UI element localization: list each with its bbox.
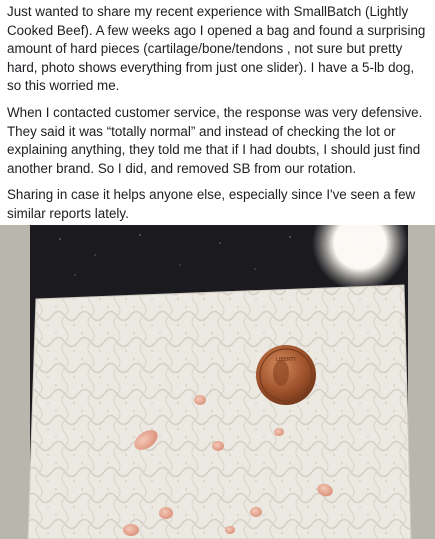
paper-towel <box>28 285 411 539</box>
piece-2 <box>194 395 206 405</box>
piece-3 <box>212 441 224 451</box>
post-paragraph-3: Sharing in case it helps anyone else, es… <box>7 187 416 221</box>
coin-inscription: LIBERTY <box>276 357 297 363</box>
penny-coin: LIBERTY <box>256 345 316 405</box>
post-photo[interactable]: LIBERTY <box>0 225 435 539</box>
piece-8 <box>250 507 262 517</box>
piece-6 <box>159 507 173 519</box>
social-post: Just wanted to share my recent experienc… <box>0 0 435 539</box>
piece-9 <box>225 526 235 534</box>
photo-image: LIBERTY <box>0 225 435 539</box>
post-paragraph-2: When I contacted customer service, the r… <box>7 104 423 176</box>
post-body: Just wanted to share my recent experienc… <box>7 3 431 232</box>
piece-4 <box>274 428 284 436</box>
post-paragraph-1: Just wanted to share my recent experienc… <box>7 4 426 94</box>
piece-7 <box>123 524 139 536</box>
